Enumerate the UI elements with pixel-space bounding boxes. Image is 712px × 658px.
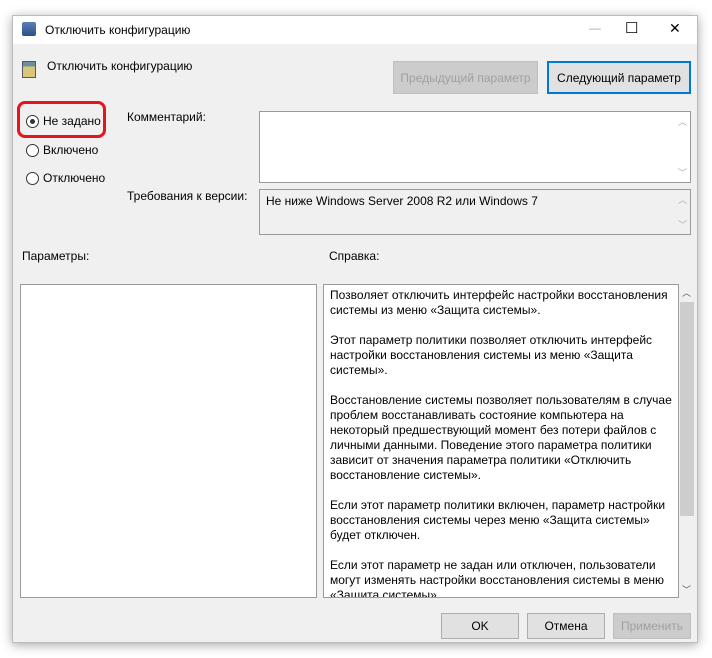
help-paragraph: Восстановление системы позволяет пользов… (330, 393, 672, 482)
policy-icon (22, 61, 36, 78)
help-paragraph: Этот параметр политики позволяет отключи… (330, 333, 653, 377)
radio-indicator[interactable] (26, 114, 39, 128)
radio-enabled[interactable]: Включено (26, 143, 98, 157)
radio-not-configured[interactable]: Не задано (26, 114, 101, 128)
requirements-field: Не ниже Windows Server 2008 R2 или Windo… (259, 189, 691, 235)
requirements-label: Требования к версии: (127, 189, 248, 203)
radio-indicator[interactable] (26, 171, 39, 185)
help-text: Позволяет отключить интерфейс настройки … (323, 284, 679, 598)
help-label: Справка: (329, 249, 380, 263)
help-paragraph: Если этот параметр не задан или отключен… (330, 558, 664, 598)
help-paragraph: Если этот параметр политики включен, пар… (330, 498, 666, 542)
scrollbar-thumb[interactable] (680, 302, 694, 516)
help-paragraph: Позволяет отключить интерфейс настройки … (330, 288, 668, 317)
requirements-value: Не ниже Windows Server 2008 R2 или Windo… (266, 194, 538, 208)
radio-indicator[interactable] (26, 143, 39, 157)
radio-label: Включено (43, 143, 99, 157)
window-title: Отключить конфигурацию (45, 23, 191, 37)
title-bar: Отключить конфигурацию — ☐ ✕ (13, 16, 697, 44)
scroll-down-icon[interactable]: ﹀ (678, 218, 687, 231)
help-scrollbar[interactable]: ︿ ﹀ (679, 284, 695, 598)
apply-button[interactable]: Применить (613, 613, 691, 639)
app-icon (22, 22, 36, 36)
prev-setting-button[interactable]: Предыдущий параметр (393, 61, 538, 94)
policy-dialog: Отключить конфигурацию — ☐ ✕ Отключить к… (12, 15, 698, 643)
params-label: Параметры: (22, 249, 90, 263)
radio-label: Не задано (43, 114, 101, 128)
params-panel (20, 284, 317, 598)
scroll-up-icon[interactable]: ︿ (678, 115, 687, 128)
scroll-up-icon[interactable]: ︿ (678, 193, 687, 206)
scroll-up-icon[interactable]: ︿ (682, 286, 691, 299)
ok-button[interactable]: OK (441, 613, 519, 639)
comment-textarea[interactable]: ︿ ﹀ (259, 111, 691, 183)
scroll-down-icon[interactable]: ﹀ (682, 583, 691, 596)
minimize-button[interactable]: — (589, 21, 601, 35)
comment-label: Комментарий: (127, 110, 206, 124)
radio-disabled[interactable]: Отключено (26, 171, 105, 185)
radio-label: Отключено (43, 171, 106, 185)
next-setting-button[interactable]: Следующий параметр (547, 61, 691, 94)
maximize-button[interactable]: ☐ (625, 19, 638, 37)
policy-name: Отключить конфигурацию (47, 59, 193, 73)
close-button[interactable]: ✕ (669, 20, 681, 37)
scroll-down-icon[interactable]: ﹀ (678, 166, 687, 179)
cancel-button[interactable]: Отмена (527, 613, 605, 639)
